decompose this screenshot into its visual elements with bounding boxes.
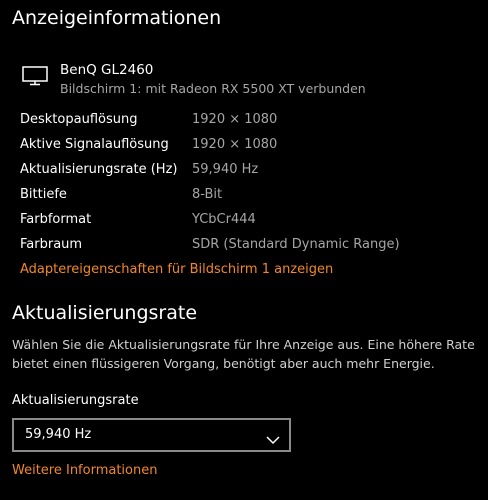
monitor-name: BenQ GL2460 xyxy=(60,62,154,78)
info-value: 8-Bit xyxy=(192,187,223,202)
monitor-icon xyxy=(22,66,48,86)
info-label: Aktive Signalauflösung xyxy=(20,137,169,152)
info-row-color-space: Farbraum SDR (Standard Dynamic Range) xyxy=(20,235,460,260)
info-label: Farbraum xyxy=(20,237,83,252)
refresh-rate-selected-value: 59,940 Hz xyxy=(25,427,92,442)
adapter-properties-link[interactable]: Adaptereigenschaften für Bildschirm 1 an… xyxy=(20,261,333,279)
info-label: Aktualisierungsrate (Hz) xyxy=(20,162,178,177)
chevron-down-icon xyxy=(266,430,280,445)
info-label: Desktopauflösung xyxy=(20,112,138,127)
monitor-entry: BenQ GL2460 Bildschirm 1: mit Radeon RX … xyxy=(22,62,452,100)
info-row-desktop-resolution: Desktopauflösung 1920 × 1080 xyxy=(20,110,460,135)
refresh-rate-dropdown[interactable]: 59,940 Hz xyxy=(12,418,291,452)
info-value: SDR (Standard Dynamic Range) xyxy=(192,237,400,252)
info-value: YCbCr444 xyxy=(192,212,256,227)
info-row-color-format: Farbformat YCbCr444 xyxy=(20,210,460,235)
info-row-bit-depth: Bittiefe 8-Bit xyxy=(20,185,460,210)
info-row-refresh-rate: Aktualisierungsrate (Hz) 59,940 Hz xyxy=(20,160,460,185)
info-value: 59,940 Hz xyxy=(192,162,259,177)
refresh-rate-title: Aktualisierungsrate xyxy=(12,302,198,324)
display-info-table: Desktopauflösung 1920 × 1080 Aktive Sign… xyxy=(20,110,460,260)
info-label: Bittiefe xyxy=(20,187,67,202)
info-value: 1920 × 1080 xyxy=(192,112,278,127)
info-value: 1920 × 1080 xyxy=(192,137,278,152)
info-label: Farbformat xyxy=(20,212,92,227)
info-row-active-signal-resolution: Aktive Signalauflösung 1920 × 1080 xyxy=(20,135,460,160)
monitor-connection: Bildschirm 1: mit Radeon RX 5500 XT verb… xyxy=(60,81,366,96)
refresh-rate-dropdown-label: Aktualisierungsrate xyxy=(12,393,139,408)
refresh-rate-description: Wählen Sie die Aktualisierungsrate für I… xyxy=(12,337,475,371)
display-info-title: Anzeigeinformationen xyxy=(12,7,222,29)
more-info-link[interactable]: Weitere Informationen xyxy=(12,462,157,480)
